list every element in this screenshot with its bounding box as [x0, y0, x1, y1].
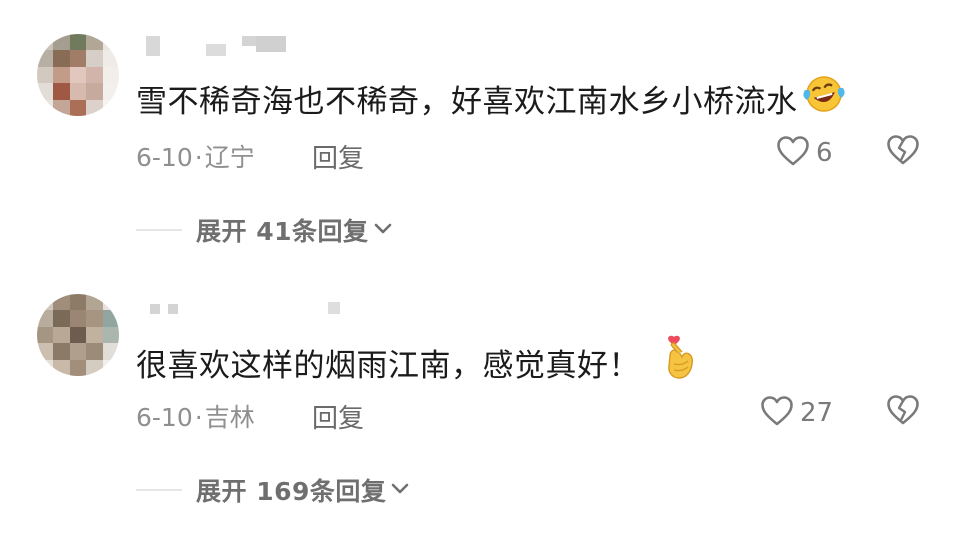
- chevron-down-icon: [373, 221, 393, 240]
- laughing-tears-emoji-icon: [802, 74, 846, 122]
- expand-replies-button[interactable]: 展开 41条回复: [136, 212, 393, 248]
- expand-replies-button[interactable]: 展开 169条回复: [136, 472, 410, 508]
- like-button[interactable]: 6: [776, 135, 833, 171]
- divider-line: [136, 489, 182, 491]
- avatar[interactable]: [37, 294, 119, 376]
- username-blurred[interactable]: [146, 36, 296, 56]
- comment-text: 很喜欢这样的烟雨江南，感觉真好！: [136, 334, 700, 390]
- username-blurred[interactable]: [146, 296, 340, 316]
- heart-outline-icon: [760, 395, 794, 431]
- comment-meta: 6-10·辽宁: [136, 138, 255, 174]
- chevron-down-icon: [390, 481, 410, 500]
- comment-date: 6-10: [136, 143, 193, 172]
- dislike-button[interactable]: [886, 134, 920, 170]
- broken-heart-icon: [886, 395, 920, 430]
- like-count: 6: [816, 138, 833, 168]
- like-button[interactable]: 27: [760, 395, 833, 431]
- reply-button[interactable]: 回复: [312, 138, 364, 175]
- heart-outline-icon: [776, 135, 810, 171]
- divider-line: [136, 229, 182, 231]
- meta-dot: ·: [194, 403, 203, 432]
- comment-date: 6-10: [136, 403, 193, 432]
- dislike-button[interactable]: [886, 394, 920, 430]
- comment-location: 辽宁: [204, 143, 255, 172]
- meta-dot: ·: [194, 143, 203, 172]
- comment-meta: 6-10·吉林: [136, 398, 255, 434]
- finger-heart-emoji-icon: [662, 334, 700, 390]
- comment-location: 吉林: [204, 403, 255, 432]
- broken-heart-icon: [886, 135, 920, 170]
- reply-button[interactable]: 回复: [312, 398, 364, 435]
- comment-text: 雪不稀奇海也不稀奇，好喜欢江南水乡小桥流水: [136, 74, 846, 122]
- expand-replies-label: 展开 41条回复: [196, 217, 369, 246]
- expand-replies-label: 展开 169条回复: [196, 477, 387, 506]
- avatar[interactable]: [37, 34, 119, 116]
- like-count: 27: [800, 398, 834, 428]
